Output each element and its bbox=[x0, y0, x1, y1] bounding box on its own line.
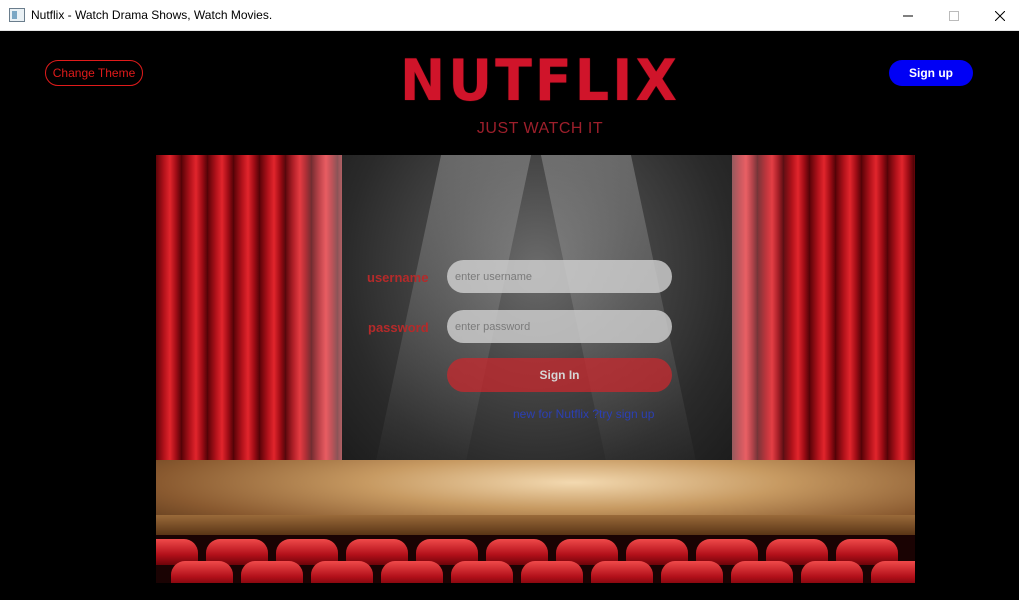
minimize-icon bbox=[903, 15, 913, 16]
seat bbox=[521, 561, 583, 583]
minimize-button[interactable] bbox=[885, 0, 931, 31]
seat bbox=[661, 561, 723, 583]
change-theme-button[interactable]: Change Theme bbox=[45, 60, 143, 86]
window-title: Nutflix - Watch Drama Shows, Watch Movie… bbox=[31, 8, 273, 22]
sign-up-link[interactable]: new for Nutflix ?try sign up bbox=[513, 407, 654, 421]
password-label: password bbox=[368, 320, 429, 335]
close-icon bbox=[995, 10, 1005, 21]
sign-in-button[interactable]: Sign In bbox=[447, 358, 672, 392]
seat bbox=[451, 561, 513, 583]
stage-edge bbox=[156, 515, 915, 535]
username-input[interactable]: enter username bbox=[447, 260, 672, 293]
tagline: JUST WATCH IT bbox=[476, 120, 604, 137]
username-label: username bbox=[367, 270, 429, 285]
left-curtain bbox=[156, 155, 342, 505]
window-titlebar: Nutflix - Watch Drama Shows, Watch Movie… bbox=[0, 0, 1019, 31]
sign-up-button[interactable]: Sign up bbox=[889, 60, 973, 86]
audience-seats bbox=[156, 535, 915, 583]
password-input[interactable]: enter password bbox=[447, 310, 672, 343]
seat bbox=[381, 561, 443, 583]
close-button[interactable] bbox=[977, 0, 1019, 31]
seat bbox=[311, 561, 373, 583]
seat bbox=[591, 561, 653, 583]
app-icon bbox=[9, 8, 25, 22]
seat bbox=[731, 561, 793, 583]
seat bbox=[801, 561, 863, 583]
seat bbox=[871, 561, 915, 583]
app-content: Change Theme NUTFLIX JUST WATCH IT Sign … bbox=[0, 31, 1019, 600]
seat bbox=[241, 561, 303, 583]
nutflix-logo: NUTFLIX bbox=[400, 46, 680, 114]
right-curtain bbox=[732, 155, 915, 505]
seat bbox=[171, 561, 233, 583]
maximize-icon bbox=[949, 10, 959, 21]
maximize-button[interactable] bbox=[931, 0, 977, 31]
